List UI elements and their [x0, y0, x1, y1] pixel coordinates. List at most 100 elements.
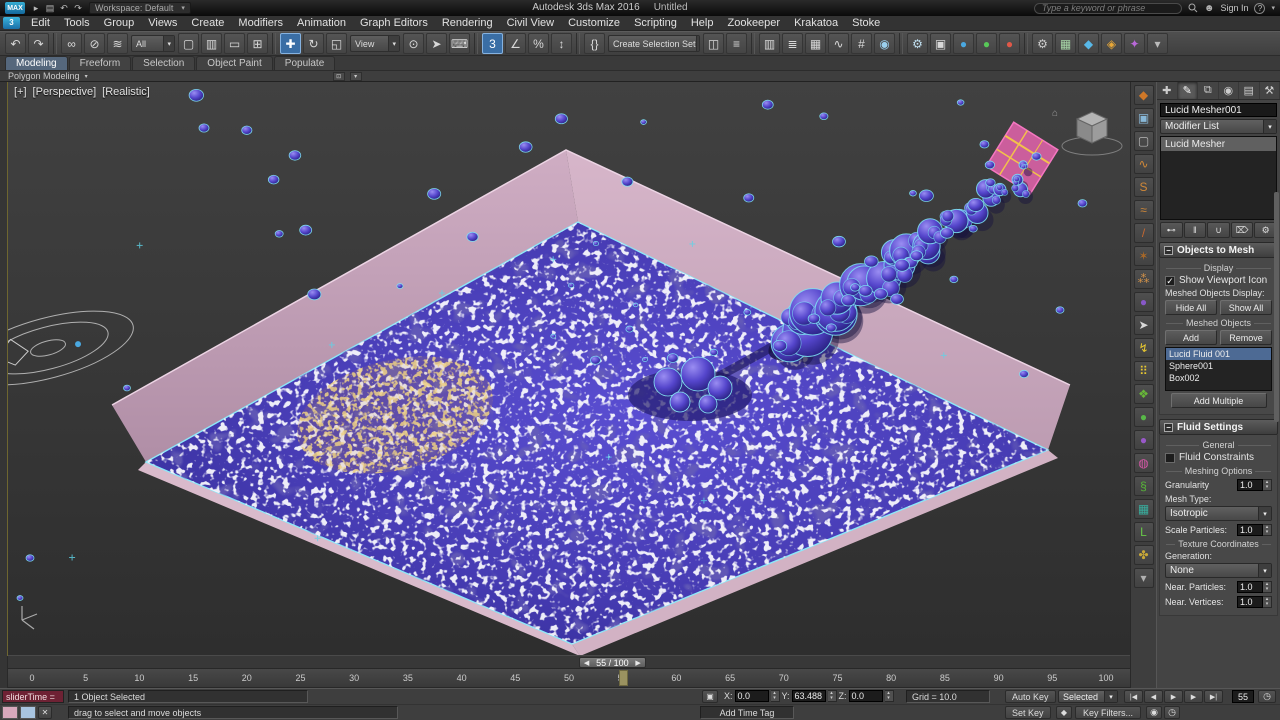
viewport-canvas[interactable]: ⌂ — [8, 82, 1130, 655]
undo-icon[interactable]: ↶ — [5, 33, 26, 54]
save-icon[interactable]: ▤ — [43, 2, 57, 14]
select-by-name-icon[interactable]: ▥ — [201, 33, 222, 54]
generation-dropdown[interactable]: None ▾ — [1165, 563, 1272, 578]
material-editor-icon[interactable]: ◉ — [874, 33, 895, 54]
spinner-arrows[interactable]: ▴ ▾ — [827, 690, 837, 702]
zookeeper-tool-icon[interactable]: ◆ — [1078, 33, 1099, 54]
redo-quick-icon[interactable]: ↷ — [71, 2, 85, 14]
panel-tab-create[interactable]: ✚ — [1157, 82, 1178, 99]
ribbon-tab-freeform[interactable]: Freeform — [68, 56, 132, 70]
show-viewport-icon-checkbox[interactable]: ✓ — [1165, 275, 1175, 286]
key-mode-toggle-icon[interactable]: ◆ — [1056, 706, 1072, 719]
viewport-menu-plus[interactable]: [+] — [14, 86, 27, 98]
keyboard-override-icon[interactable]: ⌨ — [449, 33, 470, 54]
align-icon[interactable]: ≡ — [726, 33, 747, 54]
clock-icon[interactable]: ◷ — [1164, 706, 1180, 719]
strip-bolt-icon[interactable]: ↯ — [1133, 338, 1154, 358]
menu-customize[interactable]: Customize — [561, 16, 627, 30]
settings-gear-icon[interactable]: ⚙ — [1032, 33, 1053, 54]
panel-tab-utilities[interactable]: ⚒ — [1260, 82, 1280, 99]
ribbon-tab-modeling[interactable]: Modeling — [5, 56, 68, 70]
spinner-arrows[interactable]: ▴ ▾ — [770, 690, 780, 702]
clear-prompt-icon[interactable]: ✕ — [38, 706, 52, 719]
menu-civil-view[interactable]: Civil View — [500, 16, 561, 30]
workspace-dropdown[interactable]: Workspace: Default ▾ — [89, 2, 191, 14]
panel-tab-motion[interactable]: ◉ — [1219, 82, 1239, 99]
curve-editor-icon[interactable]: ∿ — [828, 33, 849, 54]
panel-scrollbar[interactable] — [1274, 192, 1279, 422]
ribbon-tab-object-paint[interactable]: Object Paint — [196, 56, 273, 70]
strip-grid-icon[interactable]: ▦ — [1133, 499, 1154, 519]
time-slider-handle[interactable]: ◀ 55 / 100 ▶ — [579, 657, 646, 668]
ribbon-display-toggle[interactable]: ⊡ — [332, 71, 345, 81]
redo-icon[interactable]: ↷ — [28, 33, 49, 54]
strip-corner-icon[interactable]: L — [1133, 522, 1154, 542]
percent-snap-icon[interactable]: % — [528, 33, 549, 54]
menu-krakatoa[interactable]: Krakatoa — [787, 16, 845, 30]
y-input[interactable]: 63.488 — [791, 690, 826, 702]
menu-help[interactable]: Help — [684, 16, 721, 30]
modifier-list-dropdown[interactable]: Modifier List ▾ — [1160, 119, 1277, 134]
spinner-arrows[interactable]: ▴ ▾ — [1263, 479, 1272, 491]
named-sets-dropdown[interactable]: Create Selection Set▾ — [608, 35, 700, 52]
play-button[interactable]: ▶ — [1164, 690, 1183, 703]
undo-quick-icon[interactable]: ↶ — [57, 2, 71, 14]
sign-in-button[interactable]: Sign In — [1220, 3, 1248, 13]
strip-spray-icon[interactable]: ⁂ — [1133, 269, 1154, 289]
make-unique-icon[interactable]: ∪ — [1207, 222, 1230, 238]
ribbon-minimize-button[interactable]: ▾ — [349, 71, 362, 81]
window-crossing-icon[interactable]: ⊞ — [247, 33, 268, 54]
krakatoa-tool-icon[interactable]: ◈ — [1101, 33, 1122, 54]
app-menu-icon[interactable]: ▸ — [29, 2, 43, 14]
spinner-arrows[interactable]: ▴ ▾ — [1263, 596, 1272, 608]
search-icon[interactable] — [1188, 3, 1198, 13]
menu-edit[interactable]: Edit — [24, 16, 57, 30]
unlink-selection-icon[interactable]: ⊘ — [84, 33, 105, 54]
render-setup-icon[interactable]: ⚙ — [907, 33, 928, 54]
panel-tab-hierarchy[interactable]: ⧉ — [1198, 82, 1219, 99]
next-frame-button[interactable]: ▶ — [1184, 690, 1203, 703]
strip-sphere-icon[interactable]: ● — [1133, 407, 1154, 427]
strip-arrow-icon[interactable]: ➤ — [1133, 315, 1154, 335]
ribbon-subtab-polygon-modeling[interactable]: Polygon Modeling — [8, 71, 80, 81]
menu-rendering[interactable]: Rendering — [435, 16, 500, 30]
goto-start-button[interactable]: |◀ — [1124, 690, 1143, 703]
menu-tools[interactable]: Tools — [57, 16, 97, 30]
spinner-arrows[interactable]: ▴ ▾ — [884, 690, 894, 702]
bind-to-space-warp-icon[interactable]: ≋ — [107, 33, 128, 54]
strip-trails-icon[interactable]: ◆ — [1133, 85, 1154, 105]
near-particles-field[interactable]: 1.0 — [1237, 581, 1263, 593]
meshed-object-item[interactable]: Box002 — [1166, 372, 1271, 384]
max-logo-icon[interactable]: MAX — [5, 2, 25, 14]
key-filters-button[interactable]: Key Filters... — [1075, 706, 1141, 719]
menu-stoke[interactable]: Stoke — [845, 16, 887, 30]
strip-torus-icon[interactable]: ◍ — [1133, 453, 1154, 473]
mini-listener-macro-pane[interactable] — [2, 706, 18, 719]
key-mode-dropdown[interactable]: Selected ▾ — [1058, 690, 1118, 703]
spinner-arrows[interactable]: ▴ ▾ — [1263, 524, 1272, 536]
rollout-header-objects-to-mesh[interactable]: − Objects to Mesh — [1159, 242, 1278, 258]
mirror-icon[interactable]: ◫ — [703, 33, 724, 54]
meshed-objects-list[interactable]: Lucid Fluid 001 Sphere001 Box002 — [1165, 347, 1272, 391]
time-slider-track[interactable]: ◀ 55 / 100 ▶ — [8, 655, 1130, 668]
remove-button[interactable]: Remove — [1220, 330, 1272, 345]
spinner-snap-icon[interactable]: ↕ — [551, 33, 572, 54]
spinner-arrows[interactable]: ▴ ▾ — [1263, 581, 1272, 593]
strip-dots-icon[interactable]: ⠿ — [1133, 361, 1154, 381]
current-frame-field[interactable]: 55 — [1232, 690, 1254, 703]
reference-coordinate-dropdown[interactable]: View ▾ — [350, 35, 400, 52]
render-production-icon[interactable]: ● — [953, 33, 974, 54]
panel-tab-display[interactable]: ▤ — [1239, 82, 1260, 99]
strip-ball-icon[interactable]: ● — [1133, 430, 1154, 450]
modifier-stack-item[interactable]: Lucid Mesher — [1161, 137, 1276, 151]
menu-modifiers[interactable]: Modifiers — [231, 16, 290, 30]
chevron-down-icon[interactable]: ▾ — [1271, 4, 1275, 12]
ui-layout-icon[interactable]: ▦ — [1055, 33, 1076, 54]
set-key-button[interactable]: Set Key — [1005, 706, 1051, 719]
auto-key-button[interactable]: Auto Key — [1005, 690, 1056, 703]
viewport-pov-label[interactable]: [Perspective] — [33, 86, 97, 98]
ribbon-tab-populate[interactable]: Populate — [273, 56, 336, 70]
scene-explorer-icon[interactable]: ▥ — [759, 33, 780, 54]
panel-tab-modify[interactable]: ✎ — [1177, 82, 1198, 99]
selection-filter-dropdown[interactable]: All ▾ — [131, 35, 175, 52]
